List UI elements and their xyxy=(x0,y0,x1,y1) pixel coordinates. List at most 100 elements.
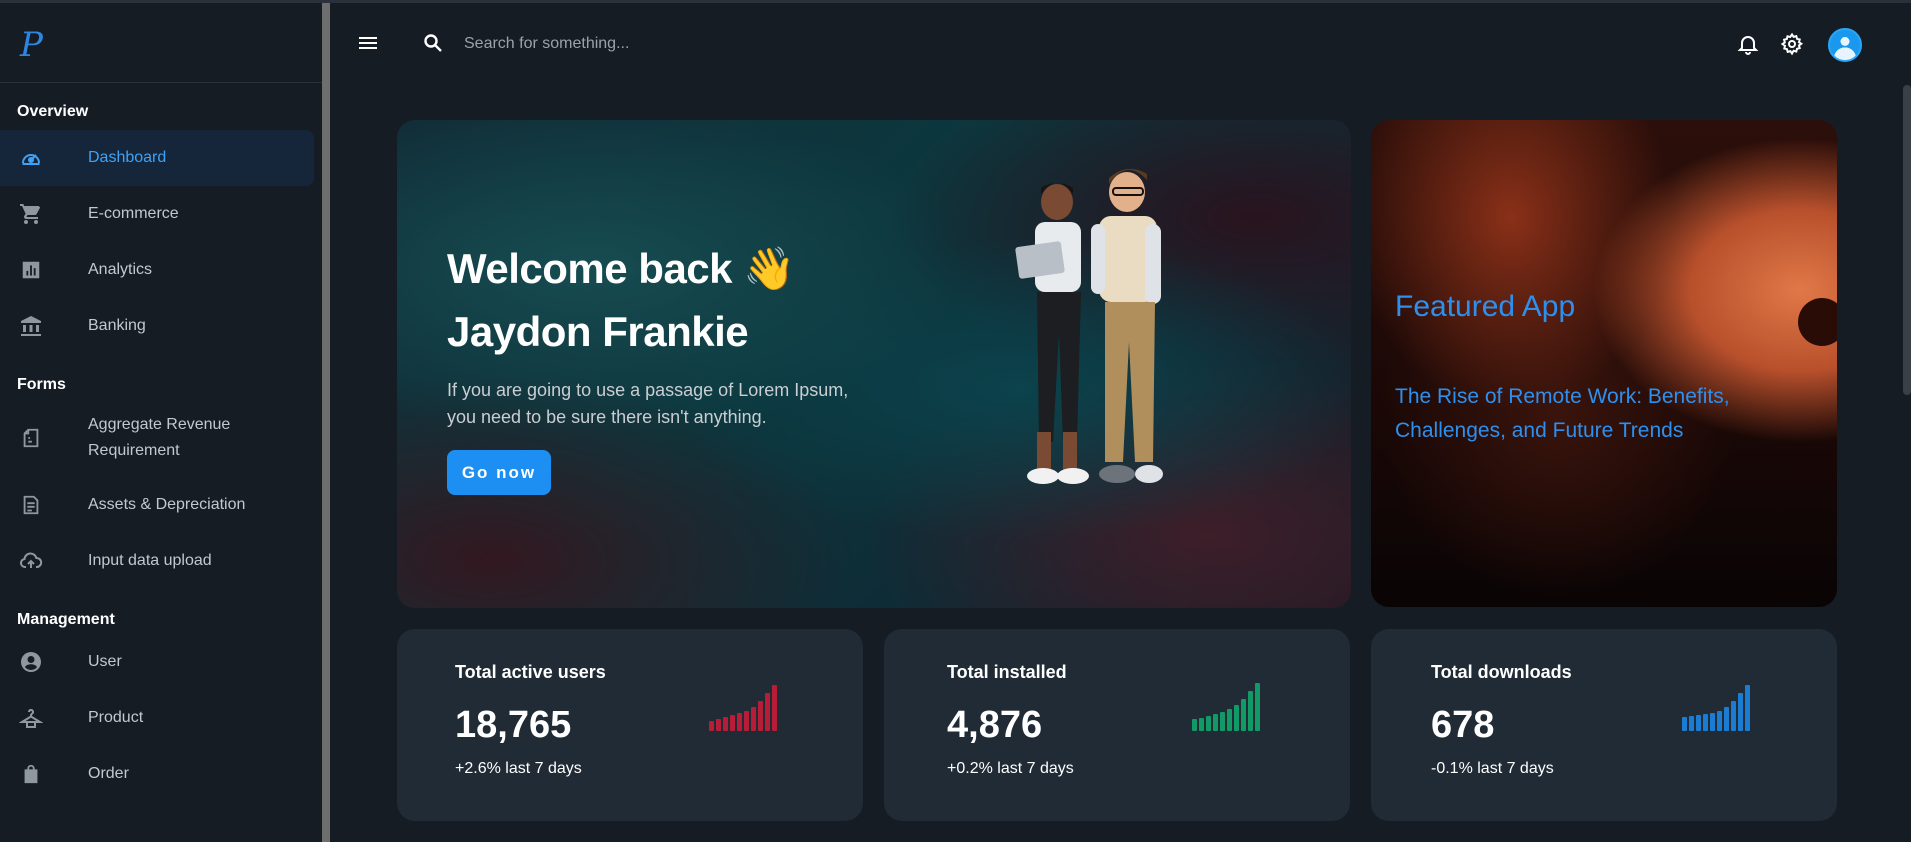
sparkline-bar xyxy=(1213,714,1218,731)
bell-icon[interactable] xyxy=(1736,32,1762,58)
welcome-greeting: Welcome back 👋 xyxy=(447,245,796,292)
sparkline-bar xyxy=(751,707,756,731)
stat-title: Total active users xyxy=(455,662,606,682)
user-name: Jaydon Frankie xyxy=(447,308,749,355)
sidebar-item-banking[interactable]: Banking xyxy=(0,298,314,354)
search-input[interactable] xyxy=(464,29,864,59)
avatar[interactable] xyxy=(1828,28,1862,62)
gear-icon[interactable] xyxy=(1780,32,1806,58)
stat-value: 4,876 xyxy=(947,704,1043,746)
sidebar-item-label: Assets & Depreciation xyxy=(88,496,246,513)
sparkline-bar xyxy=(1248,691,1253,731)
sidebar-item-label: Dashboard xyxy=(88,149,167,166)
sparkline-bar xyxy=(1738,693,1743,731)
featured-label: Featured App xyxy=(1395,290,1576,323)
sidebar-item-label: Analytics xyxy=(88,261,153,278)
logo-area: P xyxy=(0,3,322,83)
sparkline-bar xyxy=(1745,685,1750,731)
welcome-heading: Welcome back 👋 Jaydon Frankie xyxy=(447,237,796,363)
doc-fold-icon xyxy=(18,425,44,451)
sparkline-bar xyxy=(1192,719,1197,731)
sidebar-item-assets-depreciation[interactable]: Assets & Depreciation xyxy=(0,477,314,533)
sidebar-item-label: User xyxy=(88,653,122,670)
section-title-management: Management xyxy=(17,611,115,628)
sparkline-bar xyxy=(730,715,735,731)
sparkline-bar xyxy=(1255,683,1260,731)
hanger-icon xyxy=(18,705,44,731)
bag-icon xyxy=(18,761,44,787)
sparkline-bar xyxy=(1682,717,1687,731)
welcome-banner: Welcome back 👋 Jaydon Frankie If you are… xyxy=(397,120,1351,608)
sidebar-item-input-upload[interactable]: Input data upload xyxy=(0,533,314,589)
welcome-description: If you are going to use a passage of Lor… xyxy=(447,380,849,427)
sparkline-bars xyxy=(1682,683,1762,731)
sparkline-bar xyxy=(1710,713,1715,731)
gauge-icon xyxy=(18,145,44,171)
bank-icon xyxy=(18,313,44,339)
sidebar-item-order[interactable]: Order xyxy=(0,746,314,802)
stat-title: Total installed xyxy=(947,662,1067,682)
brand-logo[interactable]: P xyxy=(20,25,43,65)
stat-change: +2.6% last 7 days xyxy=(455,760,582,777)
sidebar-item-aggregate-revenue[interactable]: Aggregate Revenue Requirement xyxy=(0,399,314,477)
sidebar-item-label: Banking xyxy=(88,317,146,334)
document-icon xyxy=(18,492,44,518)
sparkline-bar xyxy=(1731,701,1736,731)
people-illustration xyxy=(1015,168,1163,484)
sparkline-bar xyxy=(1227,709,1232,731)
sidebar-item-label: E-commerce xyxy=(88,205,179,222)
sparkline-bar xyxy=(716,719,721,731)
sidebar-scrollbar[interactable] xyxy=(322,3,330,842)
section-title-forms: Forms xyxy=(17,376,66,393)
sparkline-bar xyxy=(758,701,763,731)
user-circle-icon xyxy=(18,649,44,675)
stat-value: 18,765 xyxy=(455,704,572,746)
sparkline-bar xyxy=(737,713,742,731)
stat-card-installed: Total installed 4,876 +0.2% last 7 days xyxy=(884,629,1350,821)
sidebar-item-product[interactable]: Product xyxy=(0,690,314,746)
section-title-overview: Overview xyxy=(17,103,89,120)
sparkline-bar xyxy=(744,711,749,731)
sparkline-bar xyxy=(1696,715,1701,731)
sidebar-item-user[interactable]: User xyxy=(0,634,314,690)
sparkline-bar xyxy=(1199,718,1204,731)
sidebar-item-label: Order xyxy=(88,765,129,782)
featured-title[interactable]: The Rise of Remote Work: Benefits, Chall… xyxy=(1395,380,1815,448)
sparkline-bar xyxy=(1689,716,1694,731)
featured-app-card[interactable]: Featured App The Rise of Remote Work: Be… xyxy=(1371,120,1837,607)
sidebar-item-dashboard[interactable]: Dashboard xyxy=(0,130,314,186)
sidebar-item-ecommerce[interactable]: E-commerce xyxy=(0,186,314,242)
cloud-upload-icon xyxy=(18,548,44,574)
sparkline-bar xyxy=(1717,711,1722,731)
sparkline-bars xyxy=(1192,683,1272,731)
menu-icon[interactable] xyxy=(356,31,382,57)
stat-title: Total downloads xyxy=(1431,662,1572,682)
sparkline-bar xyxy=(1206,716,1211,731)
sidebar-item-label: Input data upload xyxy=(88,552,212,569)
stat-change: +0.2% last 7 days xyxy=(947,760,1074,777)
sparkline-bar xyxy=(765,693,770,731)
sparkline-bars xyxy=(709,683,789,731)
sparkline-bar xyxy=(1220,712,1225,731)
go-now-button[interactable]: Go now xyxy=(447,450,551,495)
sparkline-bar xyxy=(723,717,728,731)
search-icon[interactable] xyxy=(421,31,447,57)
stat-card-active-users: Total active users 18,765 +2.6% last 7 d… xyxy=(397,629,863,821)
sparkline-bar xyxy=(1703,714,1708,731)
sidebar-item-label: Aggregate Revenue Requirement xyxy=(88,416,231,459)
sparkline-bar xyxy=(1234,705,1239,731)
stat-value: 678 xyxy=(1431,704,1495,746)
stat-card-downloads: Total downloads 678 -0.1% last 7 days xyxy=(1371,629,1837,821)
cart-icon xyxy=(18,201,44,227)
sparkline-bar xyxy=(709,721,714,731)
page-scrollbar[interactable] xyxy=(1903,85,1911,395)
chart-icon xyxy=(18,257,44,283)
sparkline-bar xyxy=(772,685,777,731)
sidebar-item-label: Product xyxy=(88,709,144,726)
sparkline-bar xyxy=(1724,707,1729,731)
sidebar-item-analytics[interactable]: Analytics xyxy=(0,242,314,298)
sidebar: P Overview Dashboard E-commerce Analytic… xyxy=(0,3,322,842)
featured-decoration xyxy=(1798,298,1837,346)
sparkline-bar xyxy=(1241,699,1246,731)
topbar xyxy=(330,3,1911,85)
